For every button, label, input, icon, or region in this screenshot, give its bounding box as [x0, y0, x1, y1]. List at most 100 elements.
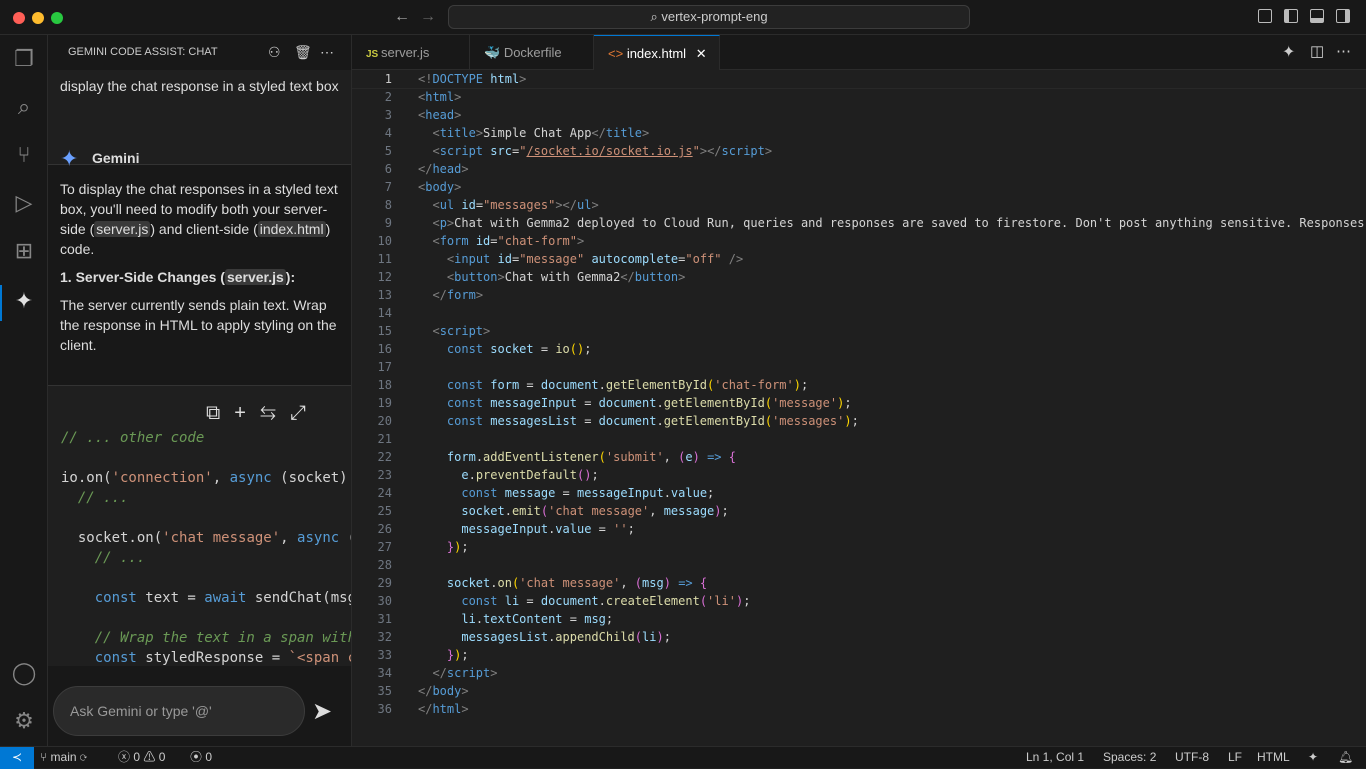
code-token: form [446, 450, 476, 464]
back-arrow-icon[interactable]: ← [394, 8, 410, 26]
maximize-window-button[interactable] [51, 12, 63, 24]
trash-icon[interactable]: 🗑 [294, 35, 312, 70]
chat-history-icon[interactable]: ⚇ [268, 35, 281, 70]
code-token: message [504, 486, 556, 500]
code-line[interactable]: 32 messagesList.appendChild(li); [352, 628, 1366, 646]
extensions-icon[interactable]: ⊞ [10, 237, 38, 265]
code-line[interactable]: 16 const socket = io(); [352, 340, 1366, 358]
split-editor-icon[interactable]: ◫ [1310, 42, 1324, 60]
code-line[interactable]: 13 </form> [352, 286, 1366, 304]
code-line[interactable]: 23 e.preventDefault(); [352, 466, 1366, 484]
account-icon[interactable]: ◯ [10, 659, 38, 687]
code-line[interactable]: 33 }); [352, 646, 1366, 664]
code-line[interactable]: 31 li.textContent = msg; [352, 610, 1366, 628]
code-line[interactable]: 28 [352, 556, 1366, 574]
language-mode[interactable]: HTML [1257, 747, 1290, 768]
toggle-secondary-sidebar-icon[interactable] [1336, 9, 1350, 23]
js-file-icon: JS [366, 49, 382, 60]
code-line[interactable]: 29 socket.on('chat message', (msg) => { [352, 574, 1366, 592]
problems-indicator[interactable]: ⓧ 0 ⚠ 0 [118, 747, 165, 768]
gemini-icon[interactable]: ✦ [10, 287, 38, 315]
toggle-panel-icon[interactable] [1310, 9, 1324, 23]
settings-icon[interactable]: ⚙ [10, 707, 38, 735]
code-editor[interactable]: 1 <!DOCTYPE html> 2 <html> 3 <head> 4 <title>S… [352, 70, 1366, 746]
cursor-position[interactable]: Ln 1, Col 1 [1026, 747, 1084, 768]
code-line[interactable]: 26 messageInput.value = ''; [352, 520, 1366, 538]
code-line[interactable]: 15 <script> [352, 322, 1366, 340]
code-line[interactable]: 10 <form id="chat-form"> [352, 232, 1366, 250]
line-code: </script> [418, 664, 497, 682]
code-token: ul [577, 198, 592, 212]
code-token: msg [642, 576, 664, 590]
code-line[interactable]: 25 socket.emit('chat message', message); [352, 502, 1366, 520]
code-line[interactable]: 8 <ul id="messages"></ul> [352, 196, 1366, 214]
code-line[interactable]: 24 const message = messageInput.value; [352, 484, 1366, 502]
insert-icon[interactable]: + [234, 402, 260, 424]
activity-bar: ❐ ⌕ ⑂ ▷ ⊞ ✦ ◯ ⚙ [0, 35, 48, 746]
code-line[interactable]: 20 const messagesList = document.getElem… [352, 412, 1366, 430]
code-line[interactable]: 2 <html> [352, 88, 1366, 106]
code-line[interactable]: 12 <button>Chat with Gemma2</button> [352, 268, 1366, 286]
forward-arrow-icon[interactable]: → [420, 8, 436, 26]
code-line[interactable]: 11 <input id="message" autocomplete="off… [352, 250, 1366, 268]
code-line[interactable]: 5 <script src="/socket.io/socket.io.js">… [352, 142, 1366, 160]
tab-dockerfile[interactable]: 🐳 Dockerfile [470, 35, 594, 70]
code-line[interactable]: 18 const form = document.getElementById(… [352, 376, 1366, 394]
run-debug-icon[interactable]: ▷ [10, 189, 38, 217]
search-icon[interactable]: ⌕ [10, 93, 38, 121]
code-token: (socket) [271, 470, 348, 486]
line-ending[interactable]: LF [1228, 747, 1242, 768]
close-window-button[interactable] [13, 12, 25, 24]
indentation[interactable]: Spaces: 2 [1103, 747, 1156, 768]
encoding[interactable]: UTF-8 [1175, 747, 1209, 768]
code-token: > [591, 198, 599, 212]
toggle-primary-sidebar-icon[interactable] [1284, 9, 1298, 23]
code-line[interactable]: 1 <!DOCTYPE html> [352, 70, 1366, 89]
more-actions-icon[interactable]: ⋯ [320, 35, 334, 70]
code-line[interactable]: 4 <title>Simple Chat App</title> [352, 124, 1366, 142]
remote-icon[interactable]: ≺ [0, 747, 34, 769]
sync-icon[interactable]: ⟳ [80, 750, 87, 764]
code-line[interactable]: 35 </body> [352, 682, 1366, 700]
source-control-icon[interactable]: ⑂ [10, 141, 38, 169]
code-line[interactable]: 3 <head> [352, 106, 1366, 124]
close-tab-icon[interactable]: ✕ [696, 46, 707, 61]
code-line[interactable]: 34 </script> [352, 664, 1366, 682]
branch-indicator[interactable]: ⑂ main ⟳ [40, 747, 87, 768]
more-actions-icon[interactable]: ⋯ [1336, 42, 1351, 60]
code-line[interactable]: 9 <p>Chat with Gemma2 deployed to Cloud … [352, 214, 1366, 232]
code-token: form [490, 378, 520, 392]
code-line[interactable]: 14 [352, 304, 1366, 322]
explorer-icon[interactable]: ❐ [10, 45, 38, 73]
minimize-window-button[interactable] [32, 12, 44, 24]
command-center-search[interactable]: ⌕ vertex-prompt-eng [448, 5, 970, 29]
code-line[interactable]: 21 [352, 430, 1366, 448]
chat-input[interactable]: Ask Gemini or type '@' [53, 686, 305, 736]
line-number: 13 [377, 288, 392, 302]
suggestion-code-line: // ... other code [48, 428, 351, 448]
ports-indicator[interactable]: ⦿ 0 [190, 747, 212, 768]
code-line[interactable]: 17 [352, 358, 1366, 376]
code-token: < [432, 216, 440, 230]
code-line[interactable]: 36 </html> [352, 700, 1366, 718]
code-line[interactable]: 27 }); [352, 538, 1366, 556]
code-line[interactable]: 7 <body> [352, 178, 1366, 196]
code-line[interactable]: 6 </head> [352, 160, 1366, 178]
gemini-status-icon[interactable]: ✦ [1308, 747, 1318, 768]
expand-icon[interactable]: ⤢ [290, 402, 320, 424]
tab-index-html[interactable]: <> index.html ✕ [594, 35, 720, 70]
response-paragraph: To display the chat responses in a style… [60, 181, 338, 257]
diff-icon[interactable]: ⇆ [260, 402, 290, 424]
line-number: 36 [377, 702, 392, 716]
gemini-sparkle-icon[interactable]: ✦ [1282, 42, 1295, 62]
tab-server-js[interactable]: JS server.js [352, 35, 470, 70]
customize-layout-icon[interactable] [1258, 9, 1272, 23]
line-code: socket.on('chat message', (msg) => { [418, 574, 707, 592]
notifications-bell-icon[interactable]: 🔔︎ [1338, 747, 1353, 768]
send-icon[interactable]: ➤ [312, 697, 332, 726]
copy-icon[interactable]: ⧉ [206, 402, 234, 424]
line-number: 27 [377, 540, 392, 554]
code-line[interactable]: 30 const li = document.createElement('li… [352, 592, 1366, 610]
code-line[interactable]: 19 const messageInput = document.getElem… [352, 394, 1366, 412]
code-line[interactable]: 22 form.addEventListener('submit', (e) =… [352, 448, 1366, 466]
